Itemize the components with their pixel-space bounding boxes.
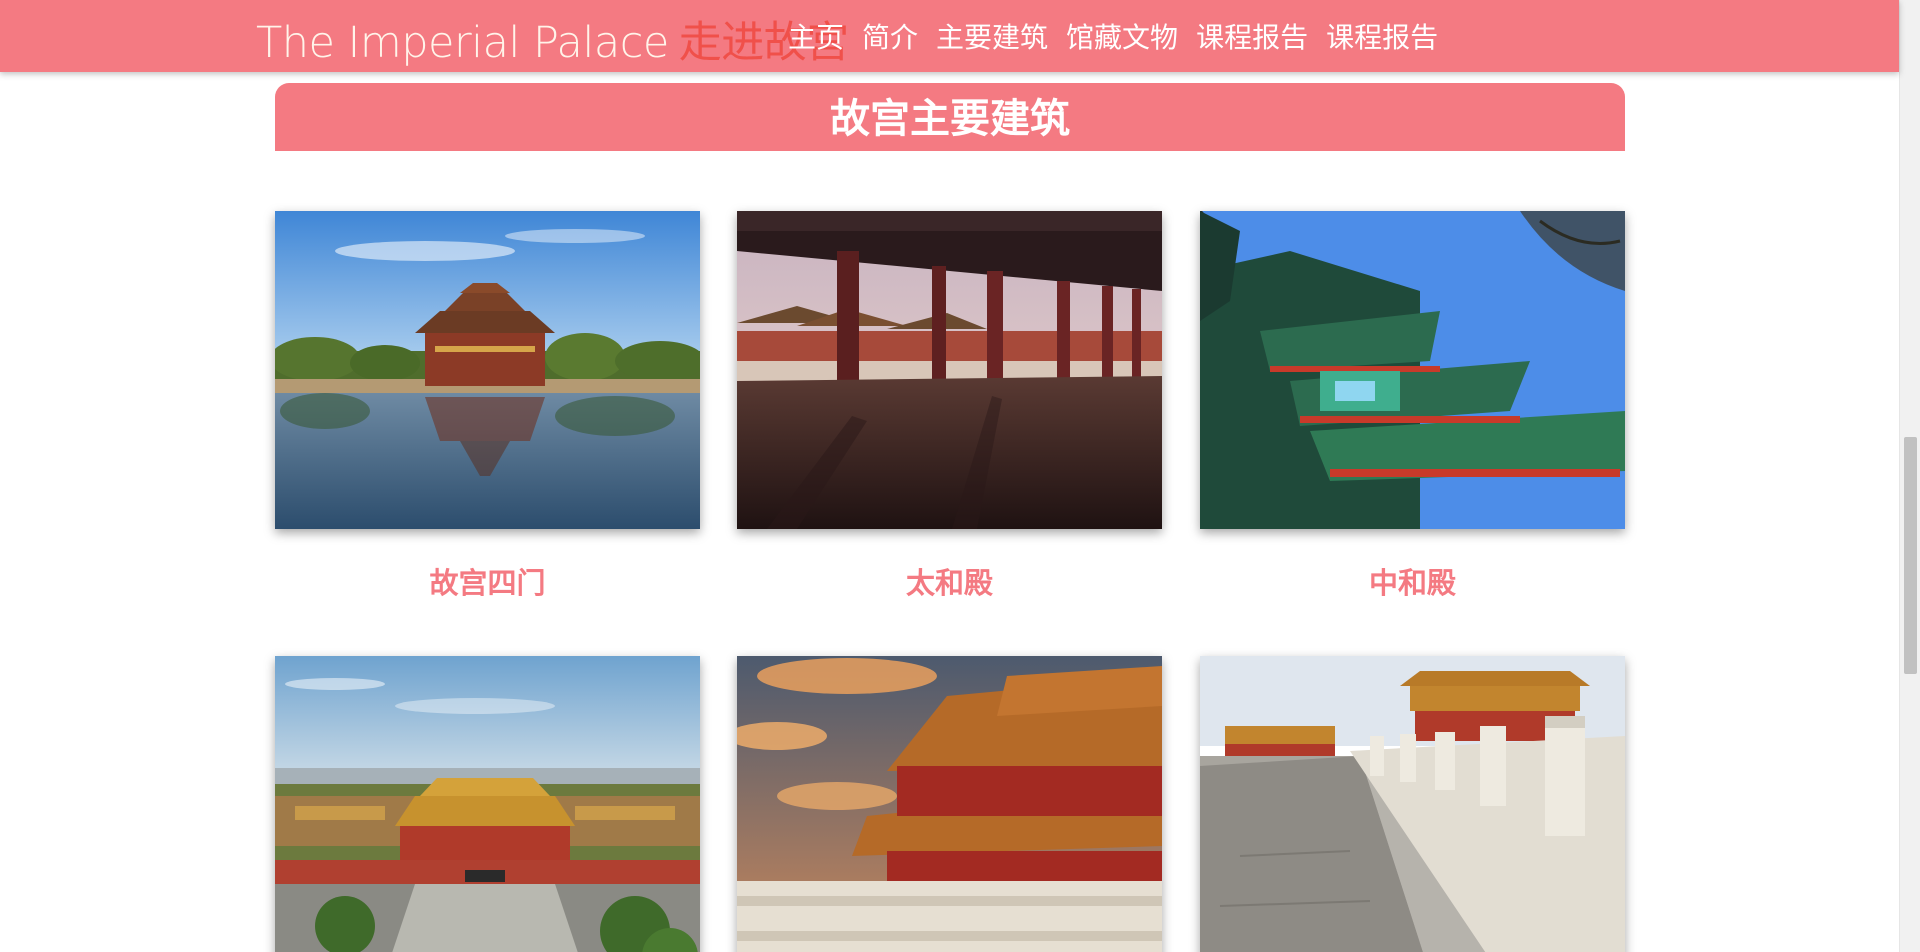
- card-title-taihe-hall[interactable]: 太和殿: [737, 560, 1162, 602]
- card-image-marble-terrace[interactable]: [1200, 656, 1625, 952]
- nav-course-report-1[interactable]: 课程报告: [1196, 16, 1308, 56]
- palace-aerial-photo: [275, 656, 700, 952]
- card-image-aerial[interactable]: [275, 656, 700, 952]
- nav-home[interactable]: 主页: [788, 16, 844, 56]
- hall-sunset-photo: [737, 656, 1162, 952]
- nav-intro[interactable]: 简介: [862, 16, 918, 56]
- marble-terrace-photo: [1200, 656, 1625, 952]
- brand-english: The Imperial Palace: [256, 18, 669, 68]
- main-nav: 主页 简介 主要建筑 馆藏文物 课程报告 课程报告: [788, 16, 1438, 56]
- page-scrollbar[interactable]: [1899, 0, 1920, 952]
- site-brand[interactable]: The Imperial Palace 走进故宫: [256, 8, 849, 70]
- card-title-four-gates[interactable]: 故宫四门: [275, 560, 700, 602]
- scrollbar-thumb[interactable]: [1904, 437, 1917, 674]
- card-image-sunset-hall[interactable]: [737, 656, 1162, 952]
- page: The Imperial Palace 走进故宫 主页 简介 主要建筑 馆藏文物 …: [0, 0, 1920, 952]
- card-title-zhonghe-hall[interactable]: 中和殿: [1200, 560, 1625, 602]
- nav-collections[interactable]: 馆藏文物: [1066, 16, 1178, 56]
- nav-main-buildings[interactable]: 主要建筑: [936, 16, 1048, 56]
- card-image-corner-tower[interactable]: [275, 211, 700, 529]
- top-nav-bar: The Imperial Palace 走进故宫 主页 简介 主要建筑 馆藏文物 …: [0, 0, 1899, 72]
- nav-course-report-2[interactable]: 课程报告: [1326, 16, 1438, 56]
- corner-tower-photo: [275, 211, 700, 529]
- section-title: 故宫主要建筑: [275, 83, 1625, 151]
- card-image-hall-colonnade[interactable]: [737, 211, 1162, 529]
- card-image-eaves[interactable]: [1200, 211, 1625, 529]
- eaves-blue-sky-photo: [1200, 211, 1625, 529]
- hall-colonnade-photo: [737, 211, 1162, 529]
